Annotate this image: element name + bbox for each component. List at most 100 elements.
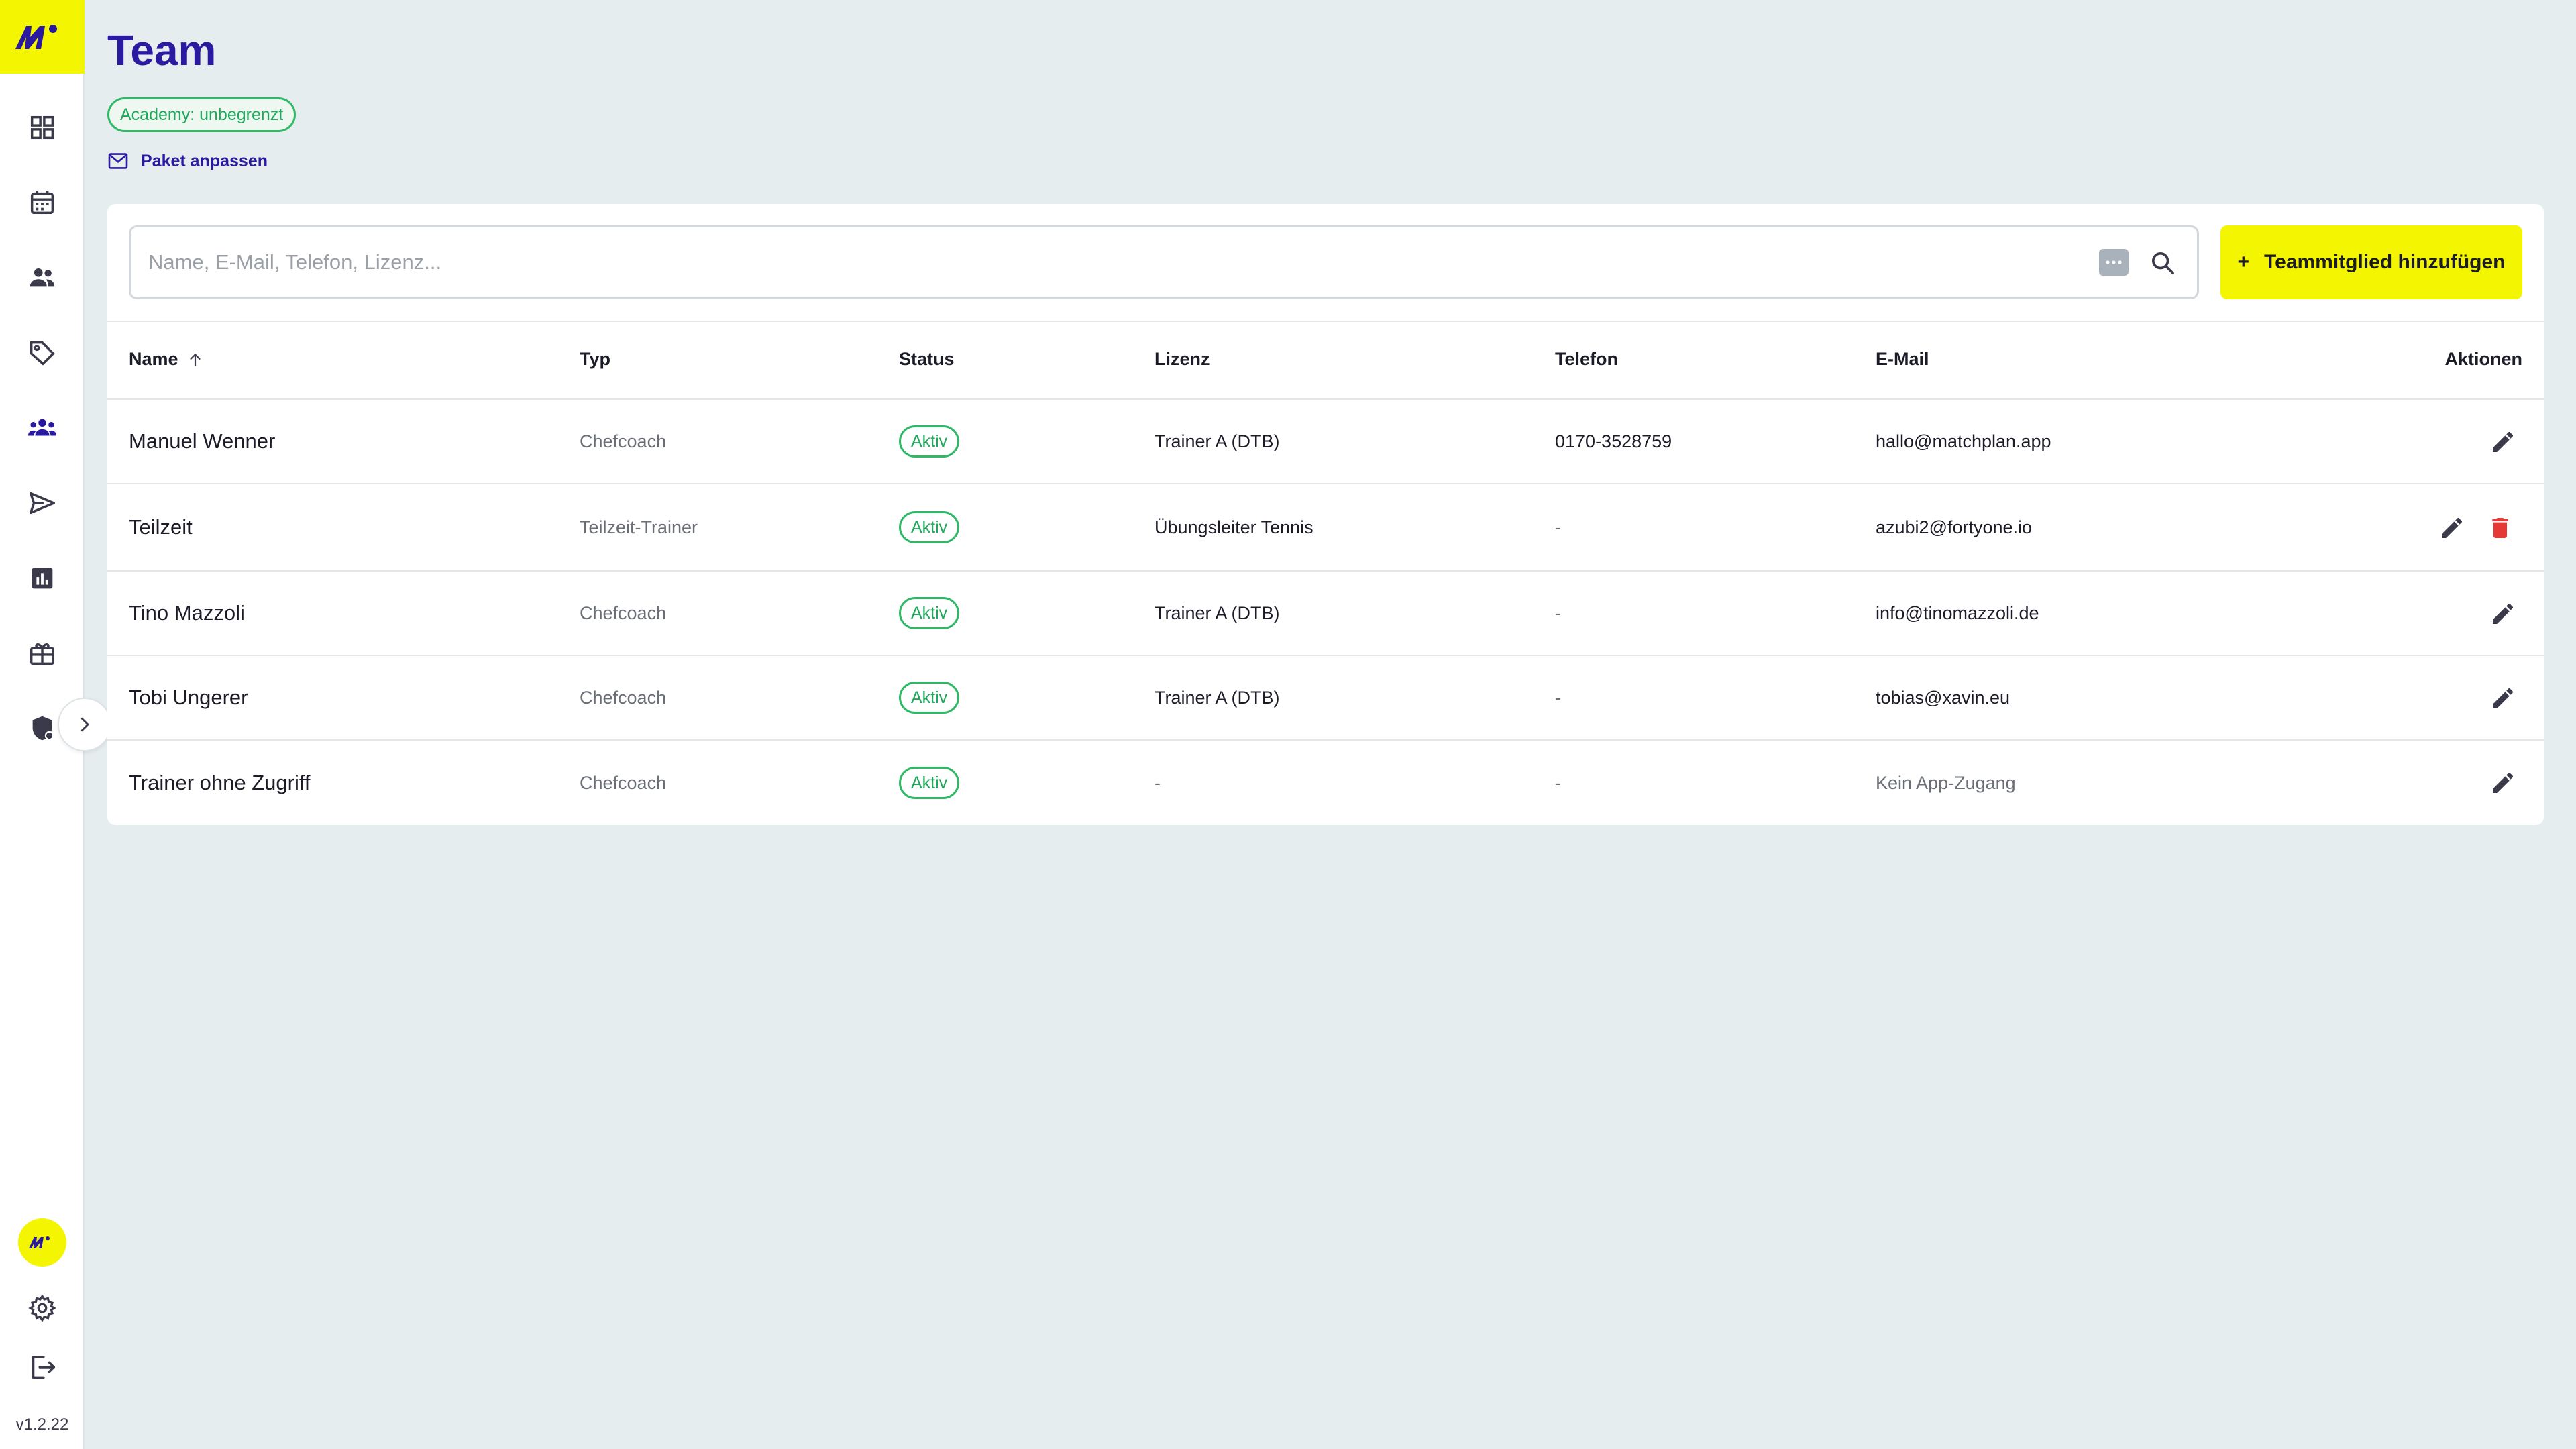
sidebar-item-team[interactable] [22,408,62,448]
keyboard-icon[interactable] [2099,249,2129,276]
sidebar-item-calendar[interactable] [22,182,62,223]
trash-icon [2492,518,2508,538]
status-badge: Aktiv [899,767,960,799]
column-name-label: Name [129,349,178,369]
chart-icon [32,568,53,589]
pencil-icon [2493,603,2514,624]
shield-icon [32,716,54,741]
edit-button[interactable] [2486,597,2520,631]
avatar-logo-icon [29,1236,50,1248]
sidebar-item-messages[interactable] [22,483,62,523]
add-team-member-label: Teammitglied hinzufügen [2264,251,2506,273]
chevron-right-icon [80,717,89,732]
gift-icon [30,643,55,665]
sidebar-item-dashboard[interactable] [22,107,62,148]
column-header-status[interactable]: Status [899,349,955,370]
logout-button[interactable] [22,1347,62,1387]
pencil-icon [2493,431,2514,452]
cell-lizenz: Trainer A (DTB) [1155,687,1280,708]
search-icon [2152,252,2174,274]
cell-email: Kein App-Zugang [1876,772,2016,793]
cell-telefon: - [1555,772,1561,793]
cell-name: Manuel Wenner [129,429,276,453]
dashboard-icon [30,115,54,140]
search-input[interactable] [148,227,2080,297]
cell-name: Teilzeit [129,515,193,539]
column-header-aktionen: Aktionen [2445,349,2522,369]
edit-button[interactable] [2486,766,2520,800]
pencil-icon [2493,688,2514,708]
cell-lizenz: Trainer A (DTB) [1155,602,1280,623]
table-header: Name Typ Status Lizenz Telefon E-Mail Ak… [107,321,2544,400]
column-header-telefon[interactable]: Telefon [1555,349,1618,370]
sidebar-item-admin[interactable] [22,708,62,749]
edit-button[interactable] [2486,682,2520,715]
sidebar-item-gifts[interactable] [22,633,62,674]
search-box [129,225,2199,299]
column-header-lizenz[interactable]: Lizenz [1155,349,1210,370]
team-card: + Teammitglied hinzufügen Name Typ Statu… [107,204,2544,825]
cell-email: hallo@matchplan.app [1876,431,2051,451]
adjust-package-label: Paket anpassen [141,151,268,170]
cell-telefon: - [1555,602,1561,623]
status-badge: Aktiv [899,425,960,458]
search-button[interactable] [2147,248,2178,278]
sidebar-item-tags[interactable] [22,333,62,373]
cell-status: Aktiv [899,400,960,483]
sidebar-item-statistics[interactable] [22,558,62,598]
cell-telefon: - [1555,687,1561,708]
cell-typ: Chefcoach [580,772,667,793]
sort-ascending-icon [189,353,201,366]
team-icon [28,419,57,436]
avatar[interactable] [18,1218,66,1267]
cell-telefon: - [1555,517,1561,537]
table-row[interactable]: Tino Mazzoli Chefcoach Aktiv Trainer A (… [107,572,2544,656]
settings-button[interactable] [22,1288,62,1328]
column-header-email[interactable]: E-Mail [1876,349,1929,370]
cell-typ: Chefcoach [580,602,667,623]
cell-email: tobias@xavin.eu [1876,687,2010,708]
sidebar-expand-button[interactable] [58,698,111,751]
pencil-icon [2442,517,2463,538]
logo-icon [15,25,57,49]
cell-lizenz: - [1155,772,1161,793]
adjust-package-link[interactable]: Paket anpassen [107,149,268,173]
column-header-name[interactable]: Name [129,349,204,370]
table-row[interactable]: Manuel Wenner Chefcoach Aktiv Trainer A … [107,400,2544,484]
delete-button[interactable] [2483,511,2517,545]
column-header-typ[interactable]: Typ [580,349,610,370]
app-logo[interactable] [0,0,85,74]
table-row[interactable]: Teilzeit Teilzeit-Trainer Aktiv Übungsle… [107,484,2544,572]
tag-icon [30,341,55,366]
cell-status: Aktiv [899,484,960,570]
cell-lizenz: Übungsleiter Tennis [1155,517,1313,537]
cell-name: Trainer ohne Zugriff [129,771,311,794]
cell-name: Tobi Ungerer [129,686,248,709]
cell-email: azubi2@fortyone.io [1876,517,2033,537]
dots-glyph [2106,260,2122,264]
cell-status: Aktiv [899,572,960,655]
app-version: v1.2.22 [15,1415,69,1434]
status-badge: Aktiv [899,511,960,543]
cell-typ: Teilzeit-Trainer [580,517,698,537]
table-row[interactable]: Tobi Ungerer Chefcoach Aktiv Trainer A (… [107,656,2544,741]
sidebar-item-people[interactable] [22,258,62,298]
logout-icon [32,1355,55,1379]
add-team-member-button[interactable]: + Teammitglied hinzufügen [2220,225,2522,299]
edit-button[interactable] [2435,511,2469,545]
people-icon [30,268,55,287]
cell-email: info@tinomazzoli.de [1876,602,2039,623]
cell-status: Aktiv [899,656,960,739]
edit-button[interactable] [2486,425,2520,459]
pencil-icon [2493,772,2514,793]
status-badge: Aktiv [899,597,960,629]
plan-badge: Academy: unbegrenzt [107,97,297,132]
plus-icon: + [2237,251,2250,273]
cell-name: Tino Mazzoli [129,601,245,625]
calendar-icon [30,191,54,215]
mail-icon [108,153,128,169]
settings-icon [28,1294,56,1322]
cell-telefon: 0170-3528759 [1555,431,1672,451]
table-row[interactable]: Trainer ohne Zugriff Chefcoach Aktiv - -… [107,741,2544,825]
cell-lizenz: Trainer A (DTB) [1155,431,1280,451]
